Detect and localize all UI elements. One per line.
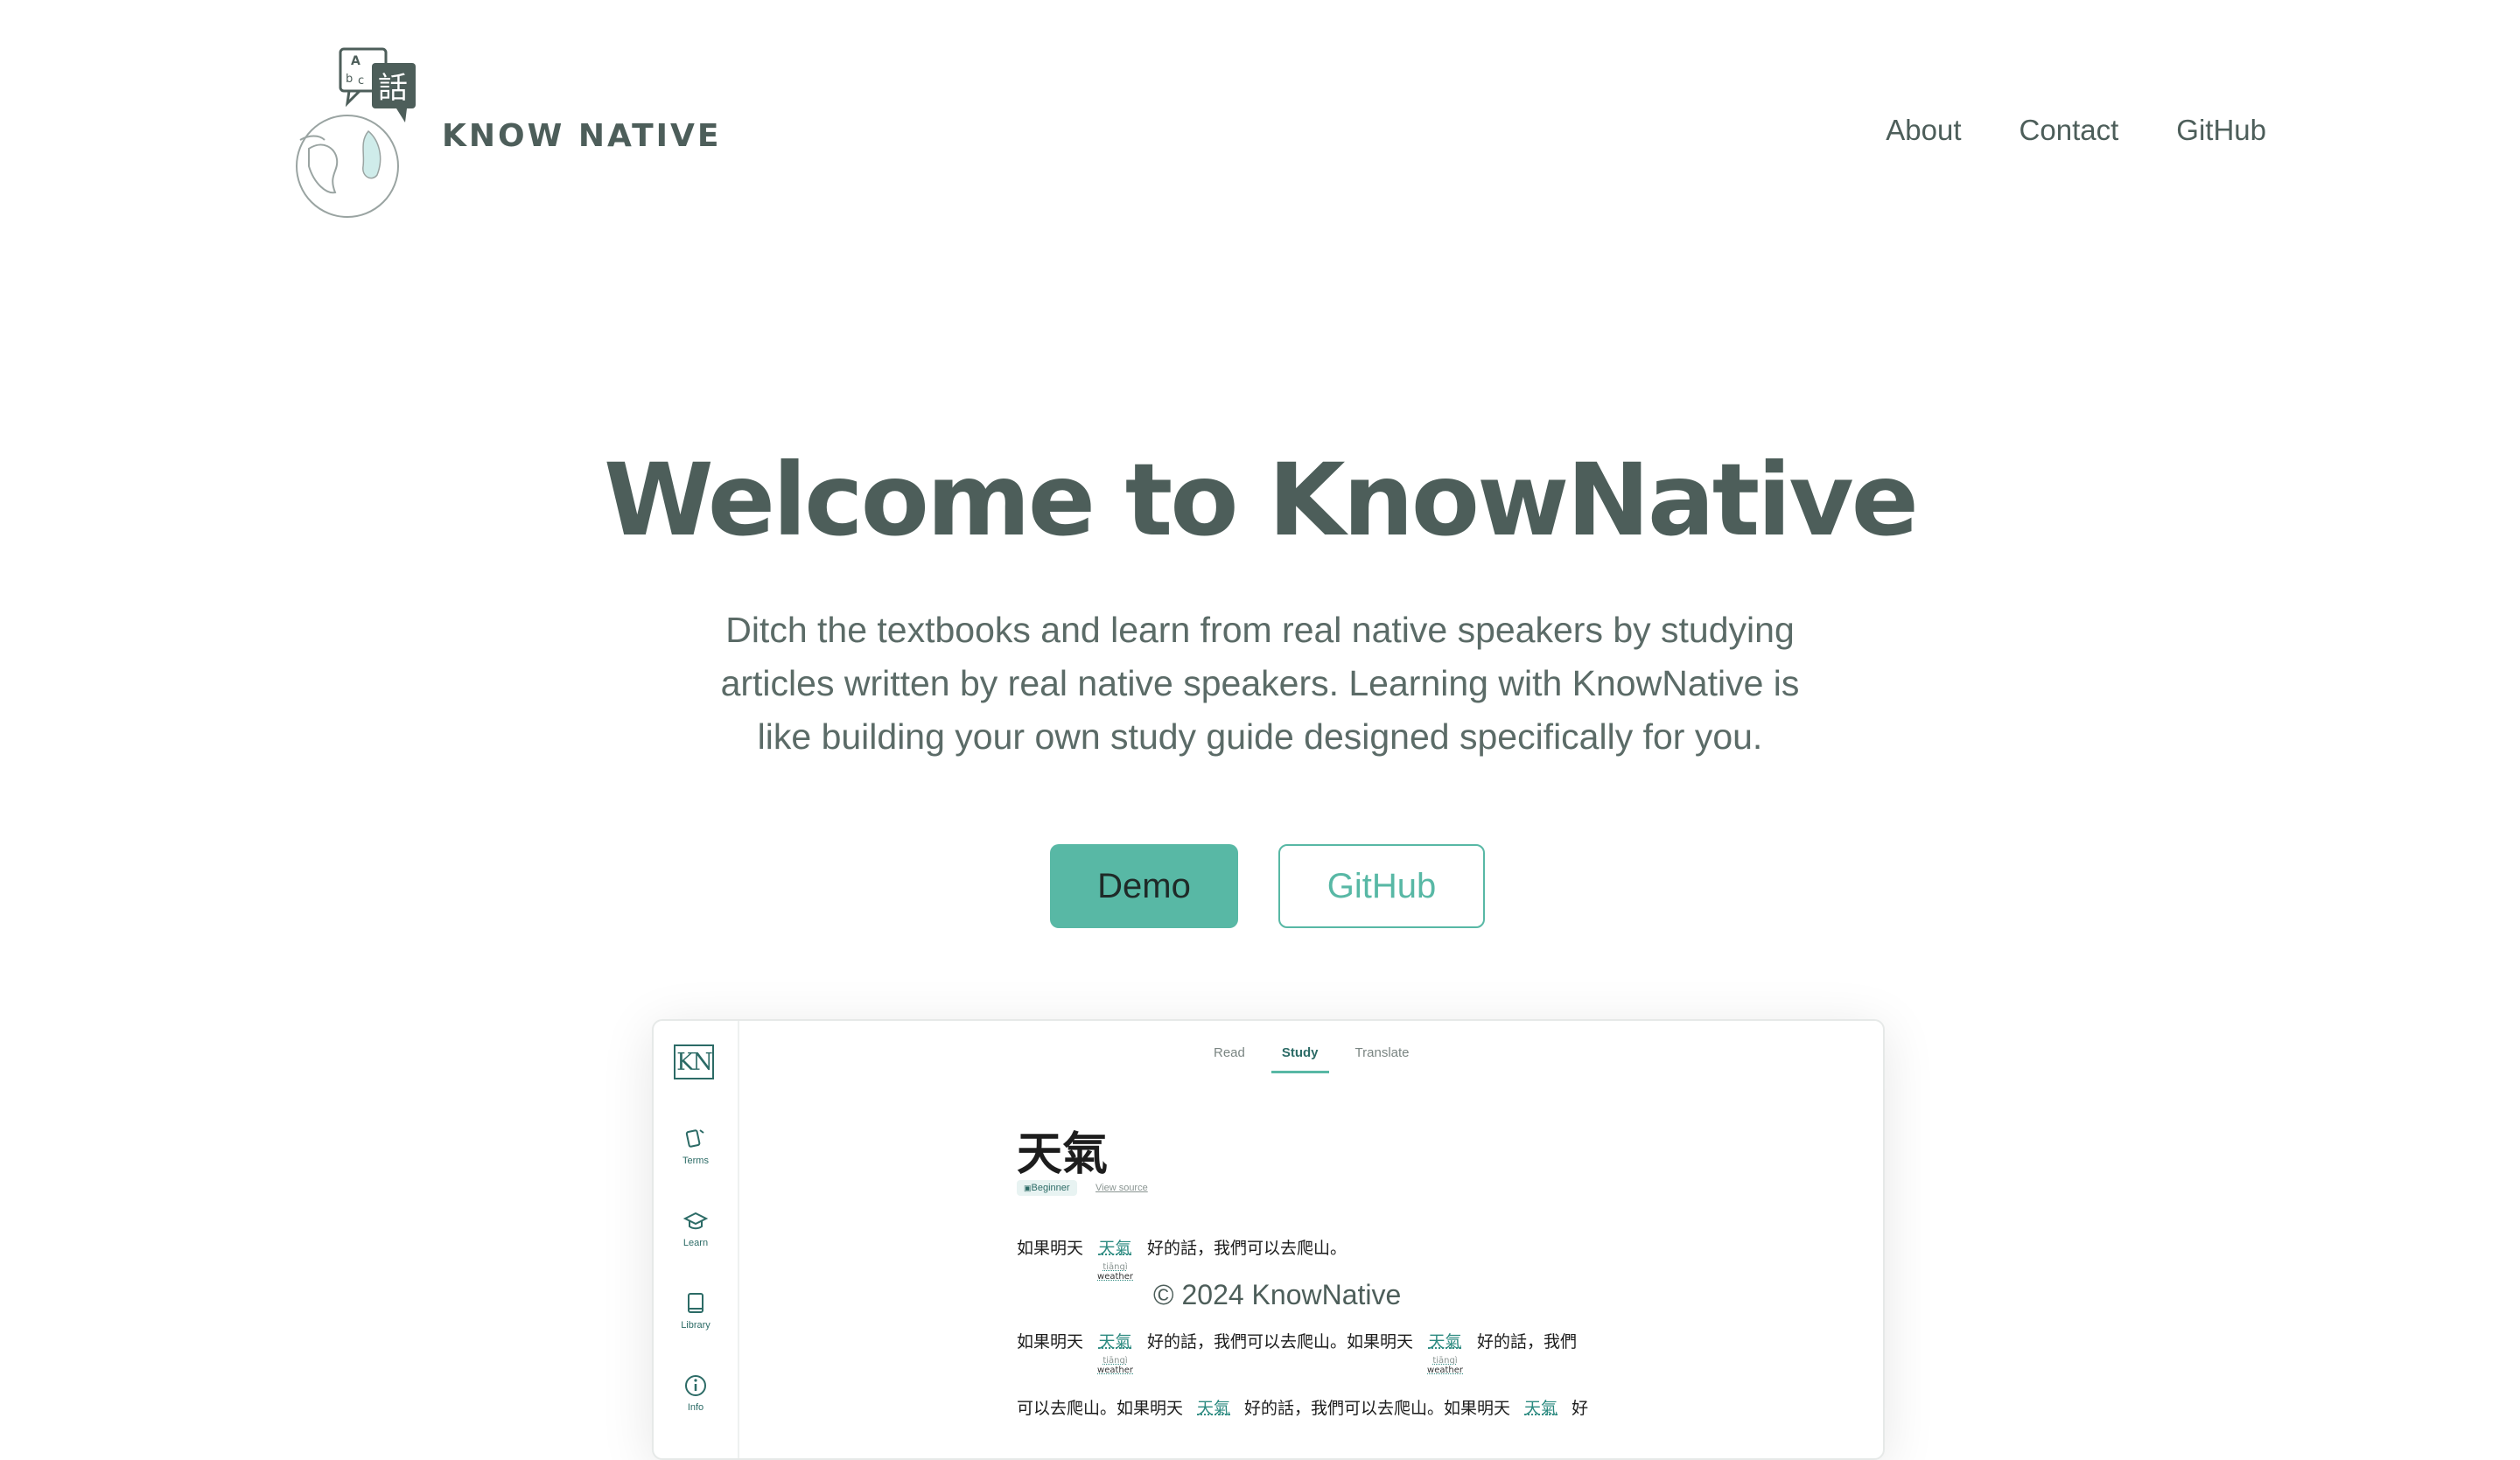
example-text: 如果明天 bbox=[1017, 1329, 1083, 1352]
sidebar-label-terms: Terms bbox=[654, 1156, 738, 1166]
highlighted-term[interactable]: 天氣 bbox=[1197, 1395, 1230, 1419]
example-line: 如果明天 天氣 tiānqì weather 好的話，我們可以去爬山。 bbox=[1017, 1235, 1347, 1282]
book-icon bbox=[682, 1290, 709, 1317]
svg-text:A: A bbox=[351, 54, 360, 68]
term-gloss: weather bbox=[1097, 1272, 1133, 1282]
term-pinyin: tiānqì bbox=[1102, 1356, 1127, 1366]
example-line: 如果明天 天氣 tiānqì weather 好的話，我們可以去爬山。如果明天 … bbox=[1017, 1329, 1577, 1375]
example-line: 可以去爬山。如果明天 天氣 好的話，我們可以去爬山。如果明天 天氣 好 bbox=[1017, 1395, 1588, 1419]
logo[interactable]: A b c 話 KNOW NATIVE bbox=[274, 44, 721, 219]
info-icon bbox=[682, 1373, 709, 1399]
example-text: 如果明天 bbox=[1017, 1235, 1083, 1259]
tab-read[interactable]: Read bbox=[1214, 1045, 1245, 1073]
view-source-link[interactable]: View source bbox=[1096, 1183, 1148, 1193]
hero-title: Welcome to KnowNative bbox=[0, 442, 2520, 558]
sidebar-label-library: Library bbox=[654, 1320, 738, 1331]
term-heading: 天氣 bbox=[1017, 1117, 1108, 1183]
highlighted-term[interactable]: 天氣 tiānqì weather bbox=[1427, 1329, 1463, 1375]
example-text: 好的話，我們可以去爬山。如果明天 bbox=[1244, 1395, 1510, 1419]
brand-name: KNOW NATIVE bbox=[442, 118, 721, 154]
app-preview: KN Terms Learn Library Info Read Study T… bbox=[652, 1019, 1885, 1460]
svg-text:話: 話 bbox=[378, 71, 408, 106]
nav-github-link[interactable]: GitHub bbox=[2176, 114, 2266, 147]
term-gloss: weather bbox=[1427, 1366, 1463, 1375]
github-button[interactable]: GitHub bbox=[1278, 844, 1485, 928]
svg-text:b: b bbox=[346, 73, 353, 86]
top-nav: About Contact GitHub bbox=[1886, 114, 2266, 147]
sidebar-item-terms[interactable]: Terms bbox=[654, 1126, 738, 1166]
nav-about-link[interactable]: About bbox=[1886, 114, 1961, 147]
sidebar-item-info[interactable]: Info bbox=[654, 1373, 738, 1413]
demo-button[interactable]: Demo bbox=[1050, 844, 1238, 928]
globe-speech-logo-icon: A b c 話 bbox=[274, 44, 423, 219]
hero-description: Ditch the textbooks and learn from real … bbox=[691, 604, 1829, 764]
example-text: 好 bbox=[1572, 1395, 1588, 1419]
highlighted-term[interactable]: 天氣 tiānqì weather bbox=[1097, 1235, 1133, 1282]
highlighted-term[interactable]: 天氣 bbox=[1524, 1395, 1558, 1419]
example-text: 可以去爬山。如果明天 bbox=[1017, 1395, 1183, 1419]
preview-logo: KN bbox=[674, 1044, 714, 1079]
preview-tabs: Read Study Translate bbox=[1214, 1045, 1410, 1073]
sidebar-item-learn[interactable]: Learn bbox=[654, 1208, 738, 1248]
sidebar-item-library[interactable]: Library bbox=[654, 1290, 738, 1331]
term-pinyin: tiānqì bbox=[1102, 1262, 1127, 1272]
term-pinyin: tiānqì bbox=[1432, 1356, 1457, 1366]
example-text: 好的話，我們可以去爬山。 bbox=[1147, 1235, 1347, 1259]
sidebar-label-info: Info bbox=[654, 1402, 738, 1413]
cards-icon bbox=[682, 1126, 709, 1152]
level-badge: Beginner bbox=[1017, 1180, 1077, 1196]
highlighted-term[interactable]: 天氣 tiānqì weather bbox=[1097, 1329, 1133, 1375]
example-text: 好的話，我們可以去爬山。如果明天 bbox=[1147, 1329, 1413, 1352]
term-gloss: weather bbox=[1097, 1366, 1133, 1375]
svg-text:c: c bbox=[358, 74, 364, 87]
tab-translate[interactable]: Translate bbox=[1355, 1045, 1410, 1073]
copyright-text: © 2024 KnowNative bbox=[1153, 1279, 1401, 1311]
example-text: 好的話，我們 bbox=[1477, 1329, 1577, 1352]
nav-contact-link[interactable]: Contact bbox=[2020, 114, 2119, 147]
tab-study[interactable]: Study bbox=[1271, 1045, 1329, 1073]
graduation-cap-icon bbox=[682, 1208, 709, 1234]
preview-sidebar: KN Terms Learn Library Info bbox=[654, 1021, 739, 1458]
sidebar-label-learn: Learn bbox=[654, 1238, 738, 1248]
